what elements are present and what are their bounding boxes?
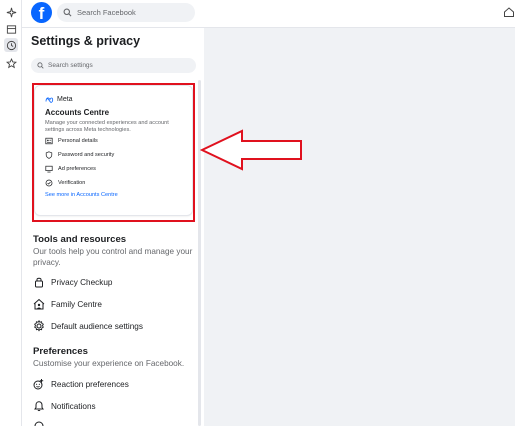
facebook-logo-letter: f xyxy=(38,4,45,23)
preferences-section-title: Preferences xyxy=(33,346,88,357)
reaction-preferences-item[interactable]: Reaction preferences xyxy=(33,376,129,392)
default-audience-settings-item[interactable]: Default audience settings xyxy=(33,318,143,334)
star-icon[interactable] xyxy=(4,56,18,70)
top-bar: f xyxy=(22,0,515,28)
privacy-checkup-item[interactable]: Privacy Checkup xyxy=(33,274,112,290)
preferences-section-description: Customise your experience on Facebook. xyxy=(33,359,185,368)
family-icon xyxy=(33,298,45,310)
panel-title: Settings & privacy xyxy=(31,34,141,48)
highlight-box xyxy=(32,83,195,222)
lock-icon xyxy=(35,277,43,288)
tools-section-description: Our tools help you control and manage yo… xyxy=(33,247,193,267)
reaction-icon xyxy=(33,379,44,390)
facebook-search-box[interactable] xyxy=(57,3,195,22)
bell-icon xyxy=(34,401,44,412)
privacy-checkup-label: Privacy Checkup xyxy=(51,277,113,287)
search-icon xyxy=(37,62,44,69)
notifications-item[interactable]: Notifications xyxy=(33,398,96,414)
gear-icon xyxy=(34,320,44,332)
left-arrow-annotation-icon xyxy=(200,129,302,171)
family-centre-item[interactable]: Family Centre xyxy=(33,296,102,312)
settings-search-box[interactable] xyxy=(31,58,196,73)
sparkle-icon[interactable] xyxy=(4,5,18,19)
notifications-label: Notifications xyxy=(51,401,96,411)
page: f Settings & privacy Meta Accounts Centr… xyxy=(0,0,515,426)
search-icon xyxy=(63,8,72,17)
partial-list-item[interactable] xyxy=(33,418,51,426)
reaction-preferences-label: Reaction preferences xyxy=(51,379,129,389)
settings-search-input[interactable] xyxy=(48,62,188,69)
tools-section-title: Tools and resources xyxy=(33,234,127,245)
default-audience-settings-label: Default audience settings xyxy=(51,321,143,331)
browser-side-strip xyxy=(0,0,22,426)
facebook-search-input[interactable] xyxy=(77,8,187,17)
home-icon[interactable] xyxy=(503,6,515,18)
main-content-area xyxy=(204,28,515,426)
tab-icon[interactable] xyxy=(4,22,18,36)
history-icon[interactable] xyxy=(4,38,18,52)
family-centre-label: Family Centre xyxy=(51,299,102,309)
partial-item-icon xyxy=(34,421,44,426)
facebook-logo[interactable]: f xyxy=(31,2,52,23)
